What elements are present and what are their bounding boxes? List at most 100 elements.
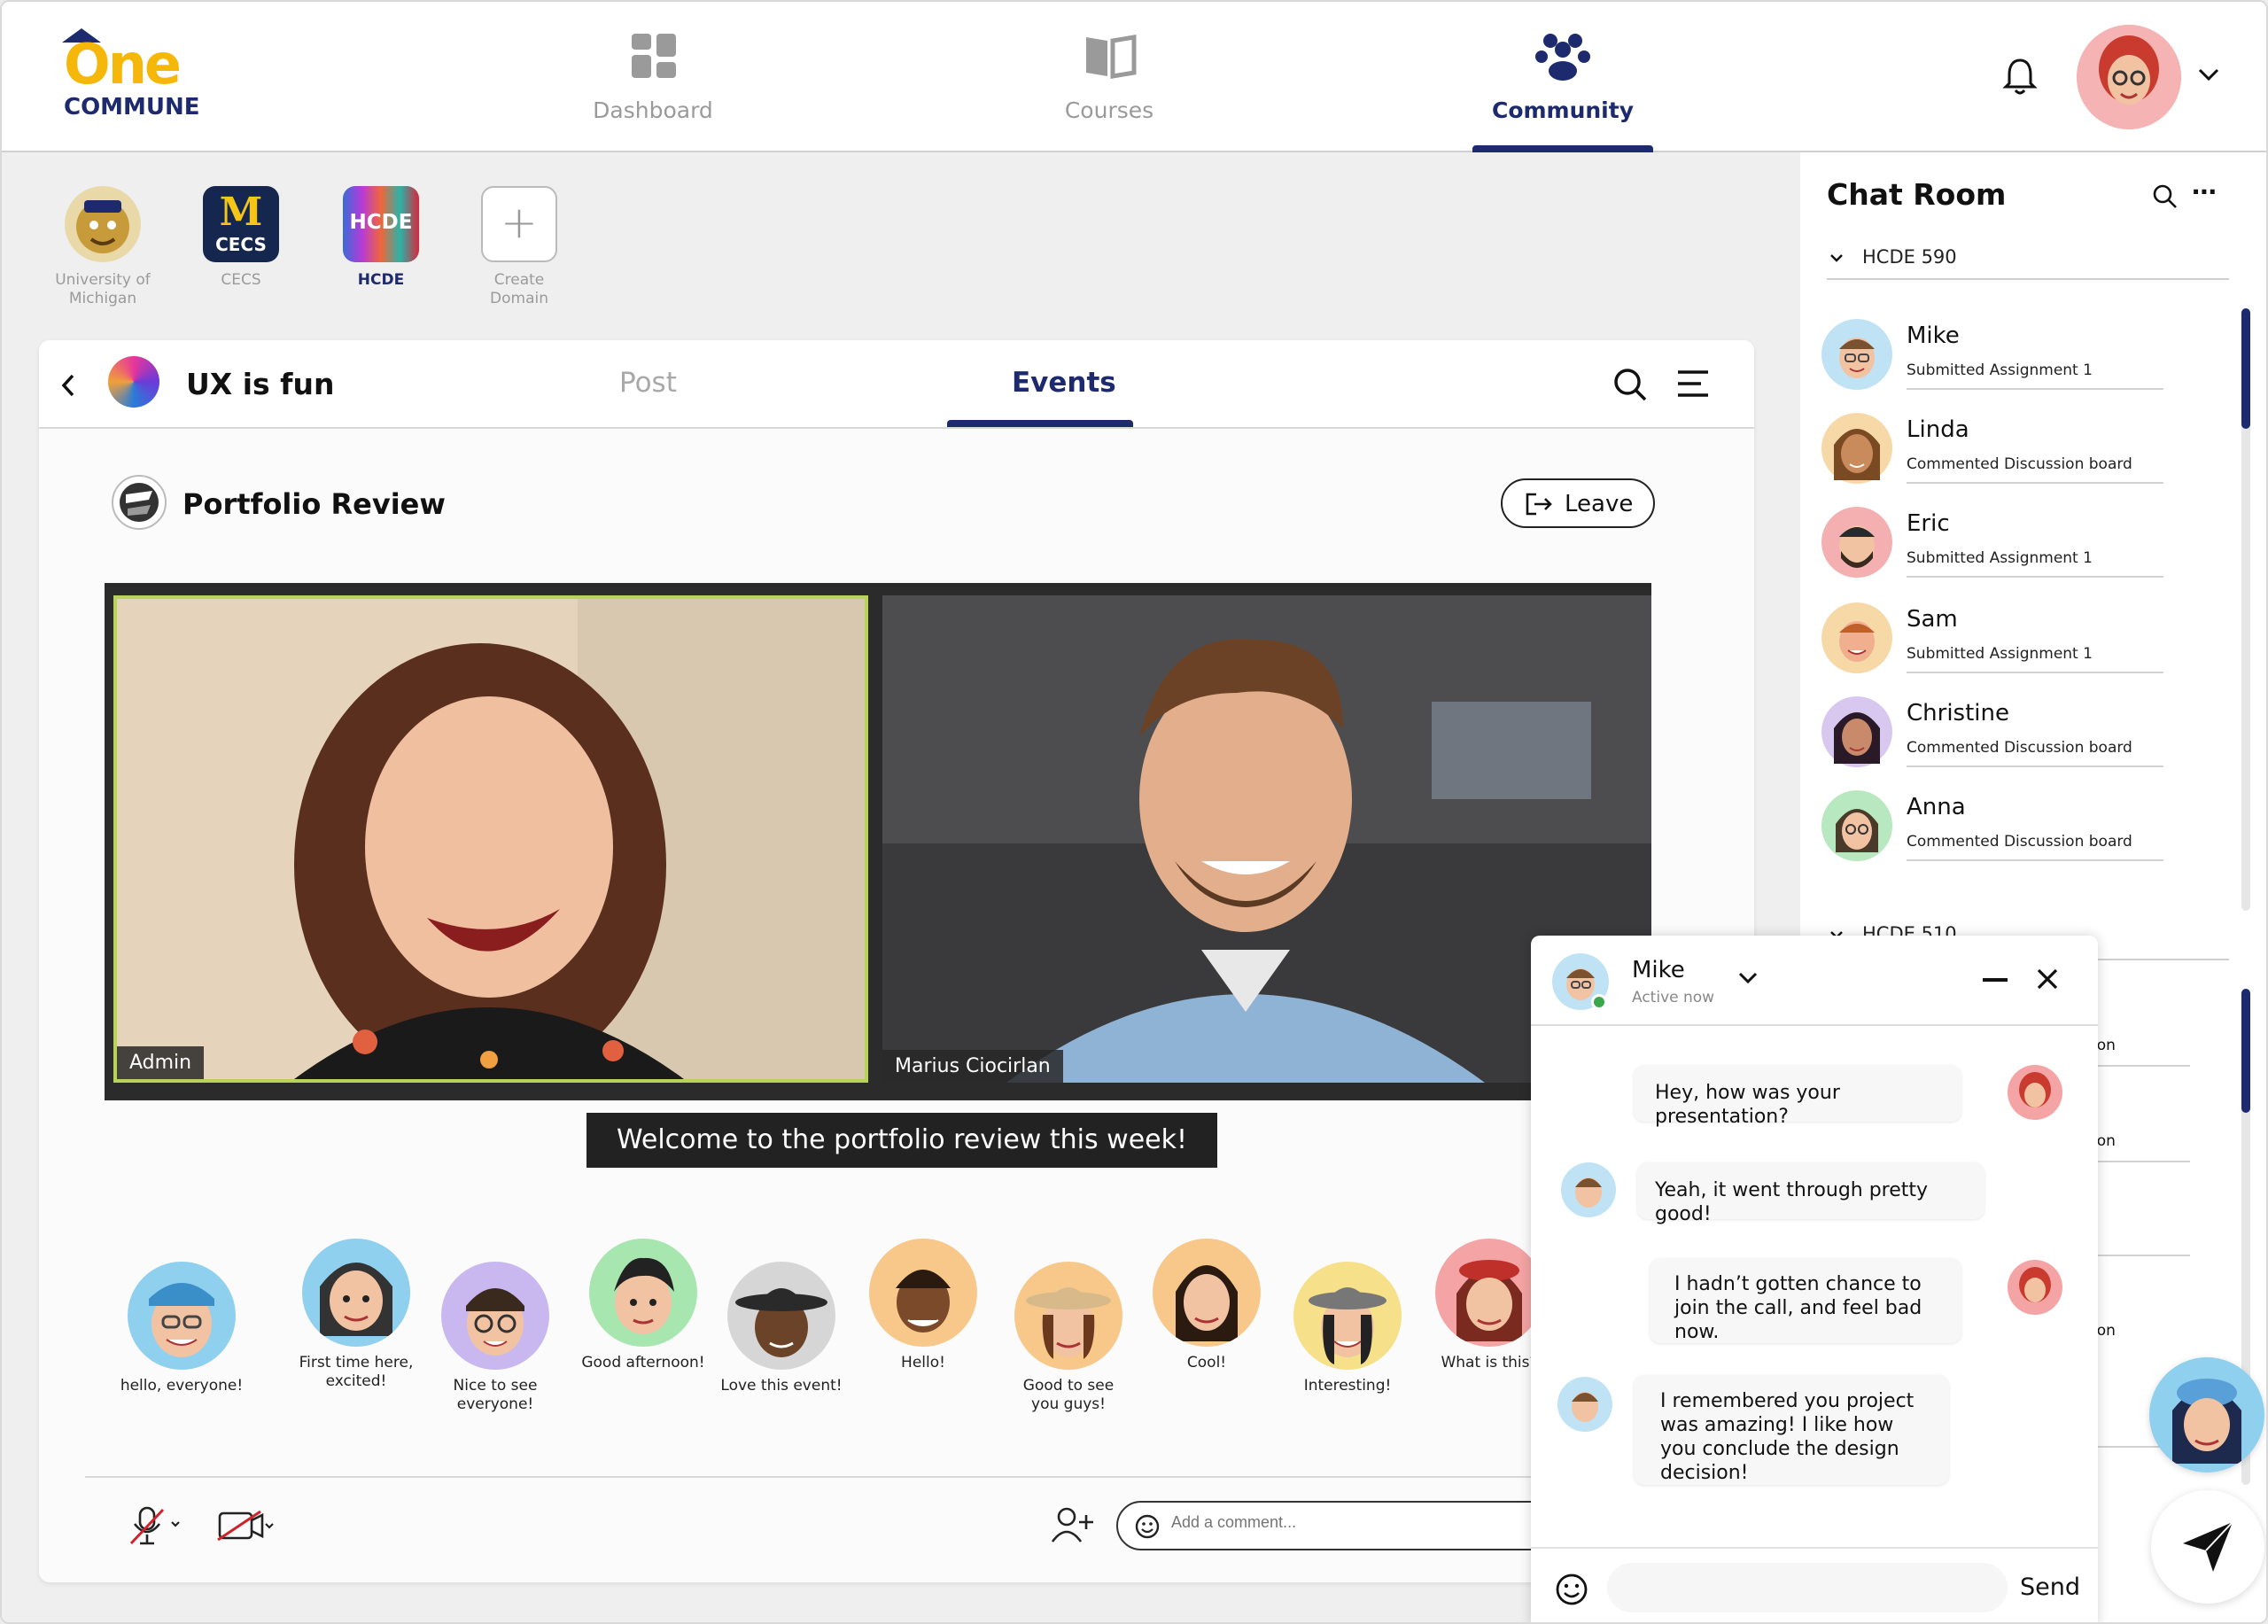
- chat-room-scrollbar[interactable]: [2241, 308, 2250, 911]
- chat-member-anna[interactable]: Anna Commented Discussion board: [1821, 785, 2194, 874]
- row-divider: [2093, 1255, 2190, 1256]
- back-chevron-icon[interactable]: [58, 372, 78, 399]
- chat-member-name: Linda: [1907, 416, 1969, 443]
- chat-message-sent: I hadn’t gotten chance to join the call,…: [1650, 1258, 1961, 1343]
- domain-create[interactable]: + Create Domain: [466, 186, 572, 308]
- chat-member-sam[interactable]: Sam Submitted Assignment 1: [1821, 597, 2194, 686]
- chat-member-name: Sam: [1907, 606, 1958, 633]
- reaction-text: Nice to see everyone!: [453, 1377, 538, 1413]
- microphone-muted-icon[interactable]: [128, 1504, 184, 1547]
- chat-member-mike[interactable]: Mike Submitted Assignment 1: [1821, 314, 2194, 402]
- group-name: UX is fun: [186, 367, 335, 401]
- message-text: I remembered you project was amazing! I …: [1660, 1390, 1915, 1484]
- paper-plane-icon: [2183, 1521, 2233, 1572]
- emoji-icon[interactable]: [1134, 1513, 1161, 1540]
- memoji-avatar-icon: [1821, 319, 1892, 390]
- memoji-avatar-icon: [1821, 696, 1892, 767]
- chat-room-title: Chat Room: [1827, 177, 2007, 212]
- video-tile-admin[interactable]: Admin: [113, 595, 868, 1083]
- hcde-logo-text: HCDE: [349, 211, 413, 234]
- active-nav-indicator: [1472, 145, 1653, 152]
- tab-events[interactable]: Events: [1012, 367, 1116, 399]
- nav-dashboard-label: Dashboard: [593, 97, 713, 123]
- group-divider: [1827, 278, 2229, 280]
- domain-label: University of Michigan: [55, 271, 151, 307]
- row-divider: [1907, 672, 2163, 673]
- domain-cecs[interactable]: M CECS CECS: [188, 186, 294, 290]
- scrollbar-thumb[interactable]: [2241, 308, 2250, 429]
- add-person-icon[interactable]: [1051, 1506, 1095, 1545]
- event-title: Portfolio Review: [183, 487, 446, 521]
- chevron-down-icon[interactable]: [1736, 969, 1759, 987]
- leave-button[interactable]: Leave: [1501, 478, 1655, 528]
- chat-group-hcde590[interactable]: HCDE 590: [1862, 246, 1957, 268]
- tab-post[interactable]: Post: [619, 367, 677, 399]
- user-avatar-face-icon: [2077, 25, 2181, 129]
- more-options-icon[interactable]: ⋯: [2192, 177, 2217, 206]
- chevron-down-icon[interactable]: [1829, 252, 1845, 264]
- nav-community[interactable]: Community: [1465, 2, 1660, 152]
- video-grid: Admin Marius Ciocirlan: [105, 583, 1651, 1100]
- reaction-text: Good afternoon!: [581, 1354, 705, 1371]
- chat-member-name: Christine: [1907, 700, 2009, 727]
- search-icon[interactable]: [1612, 367, 1648, 402]
- memoji-avatar-icon: [302, 1239, 410, 1347]
- leave-label: Leave: [1565, 491, 1634, 517]
- video-label-marius: Marius Ciocirlan: [882, 1050, 1063, 1083]
- emoji-icon[interactable]: [1554, 1572, 1589, 1607]
- brand-logo[interactable]: One COMMUNE: [55, 19, 206, 126]
- mike-avatar: [1561, 1162, 1616, 1217]
- chat-member-status: Submitted Assignment 1: [1907, 361, 2093, 379]
- group-header: UX is fun Post Events: [39, 340, 1754, 429]
- message-text: Hey, how was your presentation?: [1655, 1082, 1840, 1128]
- chat-popup-presence: Active now: [1632, 989, 1715, 1006]
- floating-send-button[interactable]: [2151, 1490, 2264, 1604]
- chat-member-christine[interactable]: Christine Commented Discussion board: [1821, 691, 2194, 780]
- reaction-text: Interesting!: [1303, 1377, 1392, 1395]
- domain-university-of-michigan[interactable]: University of Michigan: [50, 186, 156, 308]
- logo-wordmark-one: One: [64, 32, 182, 97]
- chat-message-sent: Hey, how was your presentation?: [1634, 1065, 1961, 1128]
- memoji-avatar-icon: [441, 1262, 549, 1370]
- nav-dashboard[interactable]: Dashboard: [555, 2, 750, 152]
- close-icon[interactable]: [2034, 966, 2061, 992]
- reaction-5: Love this event!: [711, 1262, 852, 1395]
- chat-member-name: Mike: [1907, 322, 1960, 349]
- row-divider: [1907, 482, 2163, 484]
- row-divider: [1907, 859, 2163, 861]
- camera-off-icon[interactable]: [216, 1508, 278, 1543]
- memoji-avatar-icon: [2172, 1379, 2241, 1464]
- chat-member-status: Submitted Assignment 1: [1907, 645, 2093, 663]
- chat-member-name: Eric: [1907, 510, 1950, 537]
- bottom-divider: [85, 1476, 1573, 1478]
- menu-icon[interactable]: [1676, 369, 1710, 399]
- message-text: I hadn’t gotten chance to join the call,…: [1674, 1273, 1922, 1343]
- my-avatar: [2008, 1065, 2062, 1120]
- comment-input[interactable]: [1171, 1513, 1526, 1532]
- message-input[interactable]: [1607, 1563, 2008, 1612]
- reaction-3: Nice to see everyone!: [438, 1262, 553, 1414]
- domain-label: HCDE: [357, 271, 405, 289]
- floating-profile-button[interactable]: [2149, 1357, 2264, 1472]
- row-divider: [1907, 765, 2163, 767]
- chat-member-linda[interactable]: Linda Commented Discussion board: [1821, 408, 2194, 496]
- search-icon[interactable]: [2151, 183, 2178, 209]
- bell-icon[interactable]: [2002, 57, 2038, 96]
- chat-popup: Mike Active now Hey, how was your presen…: [1531, 936, 2098, 1622]
- row-divider: [2093, 1065, 2190, 1067]
- chat-member-eric[interactable]: Eric Submitted Assignment 1: [1821, 501, 2194, 590]
- plus-glyph: +: [501, 197, 538, 248]
- message-text: Yeah, it went through pretty good!: [1655, 1179, 1929, 1225]
- reaction-8: Cool!: [1152, 1239, 1262, 1372]
- chat-message-received: Yeah, it went through pretty good!: [1637, 1162, 1984, 1225]
- user-avatar[interactable]: [2077, 25, 2181, 129]
- memoji-avatar-icon: [1435, 1239, 1543, 1347]
- send-button[interactable]: Send: [2020, 1573, 2080, 1601]
- live-caption: Welcome to the portfolio review this wee…: [586, 1113, 1217, 1168]
- row-divider: [1907, 388, 2163, 390]
- domain-hcde[interactable]: HCDE HCDE: [328, 186, 434, 290]
- minimize-icon[interactable]: [1983, 978, 2008, 982]
- chevron-down-icon[interactable]: [2197, 66, 2220, 83]
- scrollbar-thumb[interactable]: [2241, 989, 2250, 1113]
- nav-courses[interactable]: Courses: [1012, 2, 1207, 152]
